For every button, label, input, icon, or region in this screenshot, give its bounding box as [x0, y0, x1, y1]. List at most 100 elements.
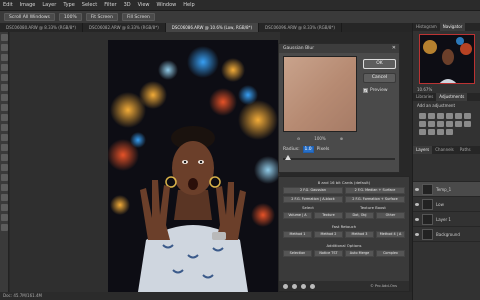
menu-view[interactable]: View [138, 2, 150, 8]
formation-surface-button[interactable]: 2 F.G. Formation + Surface [345, 196, 405, 203]
tab-libraries[interactable]: Libraries [413, 93, 436, 101]
dodge-tool-icon[interactable] [1, 164, 8, 171]
median-surface-button[interactable]: 2 F.G. Median + Surface [345, 187, 405, 194]
invert-icon[interactable] [464, 121, 471, 127]
vibrance-icon[interactable] [455, 113, 462, 119]
eye-icon[interactable] [415, 187, 419, 191]
menu-filter[interactable]: Filter [104, 2, 116, 8]
move-tool-icon[interactable] [1, 34, 8, 41]
tab-layers[interactable]: Layers [413, 146, 433, 154]
eraser-tool-icon[interactable] [1, 134, 8, 141]
doc-tab-3-active[interactable]: DSC06086.ARW @ 10.6% (Low, RGB/8*) [165, 23, 260, 32]
layer-row[interactable]: Layer 1 [413, 212, 480, 227]
preview-checkbox[interactable]: ✓ [363, 88, 368, 93]
method-2-button[interactable]: Method 2 [314, 231, 343, 238]
marquee-tool-icon[interactable] [1, 44, 8, 51]
tab-channels[interactable]: Channels [432, 146, 457, 154]
menu-layer[interactable]: Layer [42, 2, 56, 8]
formation-ablock-button[interactable]: 2 F.G. Formation | A-block [283, 196, 343, 203]
gradient-tool-icon[interactable] [1, 144, 8, 151]
ok-button[interactable]: OK [363, 59, 396, 69]
clone-stamp-tool-icon[interactable] [1, 114, 8, 121]
layer-row[interactable]: Temp_1 [413, 182, 480, 197]
method-4-button[interactable]: Method 4 | A [376, 231, 405, 238]
brush-tool-icon[interactable] [1, 104, 8, 111]
play-icon[interactable] [292, 283, 297, 289]
zoom-in-icon[interactable]: ⊕ [340, 136, 343, 141]
zoom-out-icon[interactable]: ⊖ [297, 136, 300, 141]
filter-preview-window[interactable] [283, 56, 357, 132]
black-white-icon[interactable] [428, 121, 435, 127]
info-icon[interactable] [310, 283, 315, 289]
close-icon[interactable]: ✕ [392, 44, 396, 53]
radius-slider[interactable] [283, 155, 395, 160]
layer-row[interactable]: Low [413, 197, 480, 212]
blur-tool-icon[interactable] [1, 154, 8, 161]
hue-sat-icon[interactable] [464, 113, 471, 119]
hand-tool-icon[interactable] [1, 214, 8, 221]
volume-button[interactable]: Volume | A [283, 212, 312, 219]
selection-button[interactable]: Selection [283, 250, 312, 257]
doc-tab-2[interactable]: DSC06082.ARW @ 8.33% (RGB/8*) [83, 23, 166, 32]
gaussian-button[interactable]: 2 F.G. Gaussian [283, 187, 343, 194]
texture-button[interactable]: Texture [314, 212, 343, 219]
menu-3d[interactable]: 3D [124, 2, 131, 8]
fit-screen-button[interactable]: Fit Screen [85, 13, 118, 21]
curves-icon[interactable] [437, 113, 444, 119]
history-brush-tool-icon[interactable] [1, 124, 8, 131]
lasso-tool-icon[interactable] [1, 54, 8, 61]
eye-icon[interactable] [415, 202, 419, 206]
eye-icon[interactable] [415, 232, 419, 236]
menu-window[interactable]: Window [157, 2, 177, 8]
menu-edit[interactable]: Edit [3, 2, 13, 8]
color-balance-icon[interactable] [419, 121, 426, 127]
menu-help[interactable]: Help [183, 2, 194, 8]
photo-filter-icon[interactable] [437, 121, 444, 127]
auto-merge-button[interactable]: Auto Merge [345, 250, 374, 257]
color-lookup-icon[interactable] [455, 121, 462, 127]
layer-row[interactable]: Background [413, 227, 480, 242]
eyedropper-tool-icon[interactable] [1, 84, 8, 91]
method-1-button[interactable]: Method 1 [283, 231, 312, 238]
selective-color-icon[interactable] [446, 129, 453, 135]
notice-tst-button[interactable]: Notice TST [314, 250, 343, 257]
eye-icon[interactable] [415, 217, 419, 221]
menu-image[interactable]: Image [20, 2, 36, 8]
scroll-all-windows-checkbox[interactable]: Scroll All Windows [4, 13, 55, 21]
zoom-100-button[interactable]: 100% [58, 13, 82, 21]
threshold-icon[interactable] [428, 129, 435, 135]
pen-tool-icon[interactable] [1, 174, 8, 181]
crop-tool-icon[interactable] [1, 74, 8, 81]
menu-type[interactable]: Type [63, 2, 74, 8]
tab-histogram[interactable]: Histogram [413, 23, 440, 31]
tab-paths[interactable]: Paths [457, 146, 474, 154]
history-icon[interactable] [301, 283, 306, 289]
fill-screen-button[interactable]: Fill Screen [121, 13, 155, 21]
path-select-tool-icon[interactable] [1, 194, 8, 201]
brightness-icon[interactable] [419, 113, 426, 119]
doc-tab-4[interactable]: DSC06096.ARW @ 8.33% (RGB/8*) [259, 23, 342, 32]
preview-checkbox-row[interactable]: ✓ Preview [363, 88, 388, 93]
tab-navigator[interactable]: Navigator [439, 23, 466, 31]
gradient-map-icon[interactable] [437, 129, 444, 135]
doc-tab-1[interactable]: DSC06080.ARW @ 8.33% (RGB/8*) [0, 23, 83, 32]
quick-select-tool-icon[interactable] [1, 64, 8, 71]
complex-button[interactable]: Complex [376, 250, 405, 257]
settings-icon[interactable] [283, 283, 288, 289]
tab-adjustments[interactable]: Adjustments [436, 93, 468, 101]
cancel-button[interactable]: Cancel [363, 73, 396, 83]
dialog-title-bar[interactable]: Gaussian Blur ✕ [279, 44, 399, 53]
dot-obj-button[interactable]: Dot, Obj [345, 212, 374, 219]
healing-tool-icon[interactable] [1, 94, 8, 101]
other-button[interactable]: Other [376, 212, 405, 219]
exposure-icon[interactable] [446, 113, 453, 119]
portrait-photo[interactable] [108, 40, 278, 292]
method-3-button[interactable]: Method 3 [345, 231, 374, 238]
type-tool-icon[interactable] [1, 184, 8, 191]
channel-mixer-icon[interactable] [446, 121, 453, 127]
posterize-icon[interactable] [419, 129, 426, 135]
levels-icon[interactable] [428, 113, 435, 119]
radius-input[interactable]: 1.0 [302, 146, 314, 153]
shape-tool-icon[interactable] [1, 204, 8, 211]
navigator-thumbnail[interactable] [419, 34, 475, 84]
